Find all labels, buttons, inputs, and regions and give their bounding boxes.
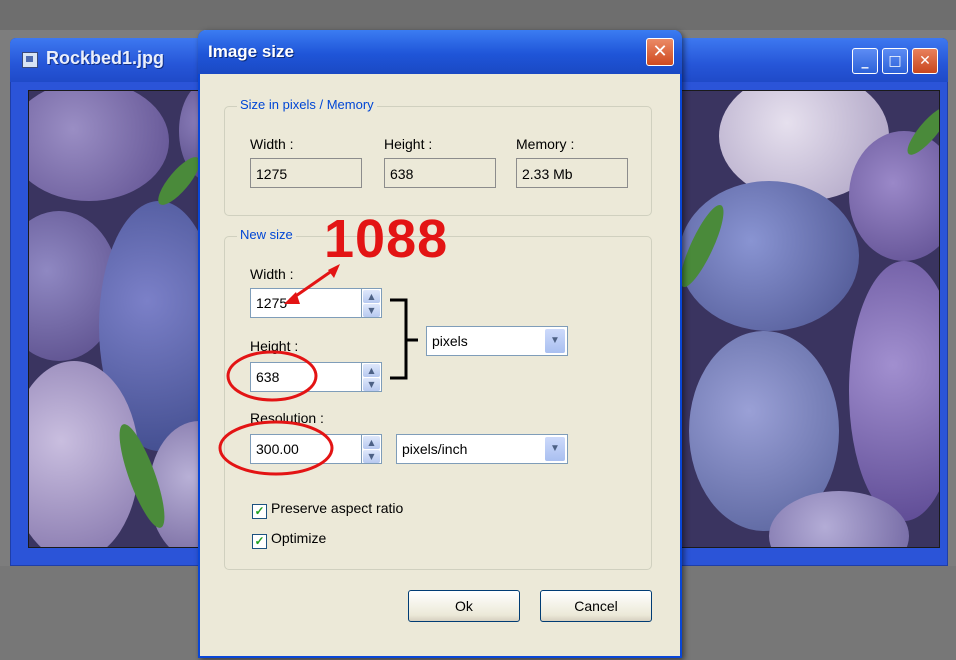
annotation-circle-resolution xyxy=(218,420,334,476)
annotation-circle-height xyxy=(226,350,318,402)
annotation-arrowhead xyxy=(328,264,340,278)
link-bracket xyxy=(390,298,418,380)
annotation-overlay xyxy=(218,264,418,476)
